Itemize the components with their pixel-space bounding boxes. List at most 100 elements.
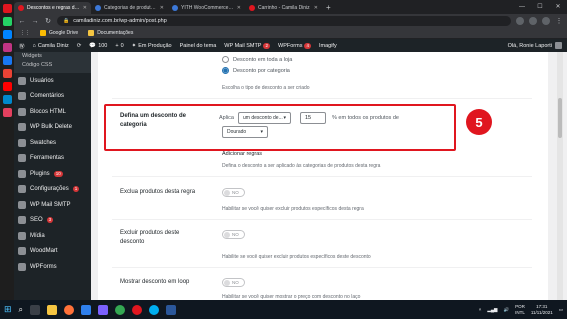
forward-icon[interactable]: → — [31, 18, 39, 25]
comments-icon — [18, 92, 26, 101]
field-label: Mostrar desconto em loop — [120, 279, 190, 285]
menu-item-wpforms[interactable]: WPForms — [14, 259, 91, 275]
menu-item-settings[interactable]: Configurações 1 — [14, 182, 91, 198]
minimize-icon[interactable]: — — [513, 0, 531, 14]
app-icon[interactable] — [2, 56, 12, 65]
menu-item-swatches[interactable]: Swatches — [14, 135, 91, 151]
windows-start-icon[interactable]: ⊞ — [4, 304, 12, 315]
submenu-item-widgets[interactable]: Widgets — [22, 52, 91, 61]
menu-item-html-blocks[interactable]: Blocos HTML — [14, 104, 91, 120]
submenu-item-css[interactable]: Código CSS — [22, 61, 91, 70]
imagify-link[interactable]: Imagify — [319, 43, 337, 49]
radio-button[interactable] — [222, 67, 229, 74]
menu-item-seo[interactable]: SEO 3 — [14, 213, 91, 229]
browser-tab[interactable]: Descontos e regras de preço ‹ C ✕ — [14, 2, 91, 14]
menu-item-users[interactable]: Usuários — [14, 73, 91, 89]
scrollbar-thumb[interactable] — [558, 98, 562, 138]
skype-icon[interactable] — [149, 304, 160, 315]
chevron-up-icon[interactable]: ˄ — [479, 307, 482, 312]
menu-item-comments[interactable]: Comentários — [14, 89, 91, 105]
help-text: Escolha o tipo de desconto a ser criado — [222, 85, 310, 91]
app-icon[interactable] — [2, 17, 12, 26]
comments-link[interactable]: 💬 100 — [89, 43, 107, 49]
volume-icon[interactable]: 🔊 — [504, 307, 510, 313]
close-icon[interactable]: ✕ — [83, 5, 87, 11]
radio-category-discount[interactable]: Desconto por categoria — [222, 67, 290, 74]
menu-item-mail-smtp[interactable]: WP Mail SMTP — [14, 197, 91, 213]
site-name-link[interactable]: ⌂ Camila Diniz — [33, 43, 69, 49]
menu-item-woodmart[interactable]: WoodMart — [14, 244, 91, 260]
app-icon[interactable] — [2, 108, 12, 117]
account-menu[interactable]: Olá, Ronie Laporti — [508, 42, 562, 49]
drive-icon — [40, 30, 46, 36]
app-icon[interactable] — [2, 4, 12, 13]
explorer-icon[interactable] — [47, 304, 58, 315]
scrollbar[interactable] — [557, 52, 563, 300]
url-field[interactable]: 🔒 camiladiniz.com.br/wp-admin/post.php — [57, 16, 511, 26]
maximize-icon[interactable]: ☐ — [531, 0, 549, 14]
apps-icon[interactable]: ⋮⋮ — [20, 30, 30, 36]
menu-icon[interactable]: ⋮ — [555, 17, 563, 25]
close-window-icon[interactable]: ✕ — [549, 0, 567, 14]
theme-panel-link[interactable]: Painel do tema — [180, 43, 217, 49]
profile-icon[interactable] — [542, 17, 550, 25]
exclude-discount-toggle[interactable]: NO — [222, 230, 245, 239]
updates-link[interactable]: ⟳ — [77, 43, 82, 49]
exclude-products-toggle[interactable]: NO — [222, 188, 245, 197]
bookmark-google-drive[interactable]: Google Drive — [40, 30, 78, 36]
browser-tab[interactable]: Carrinho - Camila Diniz ✕ — [245, 2, 322, 14]
production-link[interactable]: ✦ Em Produção — [132, 43, 172, 49]
taskbar: ⊞ ⌕ ˄ ▂▄▆ 🔊 POR INTL 17:31 11/11/2021 ▭ — [0, 300, 567, 319]
app-icon[interactable] — [2, 82, 12, 91]
app-icon[interactable] — [2, 69, 12, 78]
clock[interactable]: 17:31 11/11/2021 — [531, 304, 553, 316]
app-icon[interactable] — [98, 304, 109, 315]
help-text: Defina o desconto a ser aplicado às cate… — [222, 163, 381, 169]
close-icon[interactable]: ✕ — [160, 5, 164, 11]
back-icon[interactable]: ← — [18, 18, 26, 25]
count-badge: 3 — [46, 217, 54, 224]
media-icon — [18, 231, 26, 240]
word-icon[interactable] — [166, 304, 177, 315]
new-content-link[interactable]: + 0 — [115, 43, 123, 49]
add-rules-link[interactable]: Adicionar regras — [222, 151, 262, 157]
smtp-link[interactable]: WP Mail SMTP 2 — [224, 42, 270, 49]
wordpress-icon[interactable]: Ⓦ — [19, 42, 25, 50]
folder-icon — [88, 30, 95, 36]
menu-item-media[interactable]: Mídia — [14, 228, 91, 244]
plus-icon: + — [115, 42, 119, 49]
search-icon[interactable]: ⌕ — [19, 305, 23, 315]
app-icon[interactable] — [2, 43, 12, 52]
close-icon[interactable]: ✕ — [314, 5, 318, 11]
bookmark-documentacoes[interactable]: Documentações — [88, 30, 133, 36]
notification-badge: 2 — [263, 42, 270, 49]
browser-tab[interactable]: YITH WooCommerce Dyn ✕ — [168, 2, 245, 14]
plugin-icon — [18, 169, 26, 178]
users-icon — [18, 76, 26, 85]
chrome-icon[interactable] — [115, 304, 126, 315]
vscode-icon[interactable] — [81, 304, 92, 315]
menu-item-tools[interactable]: Ferramentas — [14, 151, 91, 167]
firefox-icon[interactable] — [64, 304, 75, 315]
opera-icon[interactable] — [132, 304, 143, 315]
close-icon[interactable]: ✕ — [237, 5, 241, 11]
language-indicator[interactable]: POR INTL — [515, 304, 525, 316]
show-loop-toggle[interactable]: NO — [222, 278, 245, 287]
app-icon[interactable] — [2, 30, 12, 39]
menu-item-bulk-delete[interactable]: WP Bulk Delete — [14, 120, 91, 136]
reload-icon[interactable]: ↻ — [44, 17, 52, 25]
new-tab-button[interactable]: + — [322, 3, 335, 14]
task-view-icon[interactable] — [30, 304, 41, 315]
menu-item-plugins[interactable]: Plugins 10 — [14, 166, 91, 182]
app-icon[interactable] — [2, 95, 12, 104]
extension-icon[interactable] — [529, 17, 537, 25]
browser-tab[interactable]: Categorias de produto ‹ Ca ✕ — [91, 2, 168, 14]
favicon-icon — [18, 5, 24, 11]
toggle-knob — [224, 189, 230, 196]
radio-store-discount[interactable]: Desconto em toda a loja — [222, 56, 292, 63]
notifications-icon[interactable]: ▭ — [559, 307, 563, 313]
network-icon[interactable]: ▂▄▆ — [487, 307, 497, 313]
wpforms-link[interactable]: WPForms 4 — [278, 42, 311, 49]
extension-icon[interactable] — [516, 17, 524, 25]
radio-button[interactable] — [222, 56, 229, 63]
